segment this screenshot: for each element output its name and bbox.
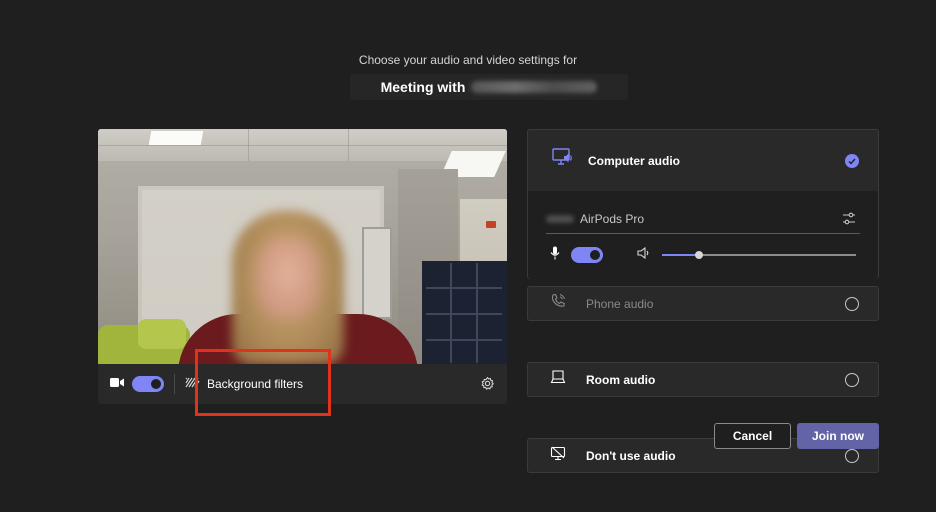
small-whiteboard	[362, 227, 392, 319]
toolbar-divider	[174, 374, 175, 394]
ceiling-light	[148, 131, 204, 145]
video-toolbar: Background filters	[98, 364, 507, 404]
microphone-icon	[550, 246, 560, 265]
computer-audio-option[interactable]: Computer audio AirPods Pro	[527, 129, 879, 279]
shelf-divider	[476, 263, 478, 363]
computer-audio-header[interactable]: Computer audio	[528, 130, 878, 192]
no-audio-icon	[550, 446, 566, 466]
shelf-divider	[426, 313, 502, 315]
camera-toggle[interactable]	[132, 376, 164, 392]
selected-check-icon	[845, 154, 859, 168]
meeting-title-prefix: Meeting with	[380, 79, 466, 95]
audio-device-selector[interactable]: AirPods Pro	[546, 204, 860, 234]
shelf-divider	[426, 287, 502, 289]
phone-icon	[550, 293, 566, 314]
cancel-button[interactable]: Cancel	[714, 423, 791, 449]
meeting-title: Meeting with	[350, 74, 628, 100]
phone-audio-label: Phone audio	[586, 296, 654, 311]
green-chair	[138, 319, 186, 349]
pre-join-screen: Choose your audio and video settings for…	[0, 0, 936, 512]
join-now-button[interactable]: Join now	[797, 423, 879, 449]
audio-device-name: AirPods Pro	[580, 211, 645, 226]
room-audio-option[interactable]: Room audio	[527, 362, 879, 397]
device-settings-gear-icon[interactable]	[480, 376, 495, 396]
mic-speaker-controls	[550, 246, 860, 264]
ceiling-grid-line	[348, 129, 349, 161]
computer-audio-label: Computer audio	[588, 153, 680, 168]
speaker-volume-slider[interactable]	[662, 251, 856, 259]
room-audio-radio[interactable]	[845, 373, 859, 387]
room-audio-label: Room audio	[586, 372, 656, 387]
phone-audio-radio[interactable]	[845, 297, 859, 311]
computer-audio-settings: AirPods Pro	[528, 192, 878, 279]
blurred-participant-name	[471, 81, 598, 93]
camera-preview	[98, 129, 507, 364]
dont-use-audio-radio[interactable]	[845, 449, 859, 463]
ceiling-grid-line	[98, 145, 507, 146]
computer-audio-icon	[552, 148, 574, 173]
speaker-volume-icon	[637, 246, 651, 264]
shelf-divider	[450, 263, 452, 363]
dont-use-audio-label: Don't use audio	[586, 448, 676, 463]
volume-slider-handle[interactable]	[695, 251, 703, 259]
microphone-toggle[interactable]	[571, 247, 603, 263]
room-device-icon	[550, 370, 566, 389]
phone-audio-option[interactable]: Phone audio	[527, 286, 879, 321]
device-settings-sliders-icon[interactable]	[842, 212, 856, 230]
shelf-divider	[426, 339, 502, 341]
settings-subtitle: Choose your audio and video settings for	[358, 53, 578, 67]
volume-fill	[662, 254, 699, 256]
background-effects-icon[interactable]	[185, 375, 200, 393]
blurred-face	[256, 237, 320, 319]
video-preview-panel: Background filters	[98, 129, 507, 404]
ceiling-grid-line	[248, 129, 249, 161]
exit-sign	[486, 221, 496, 228]
blurred-device-owner	[546, 214, 574, 223]
background-filters-button[interactable]: Background filters	[207, 377, 303, 391]
video-camera-icon	[110, 375, 124, 393]
